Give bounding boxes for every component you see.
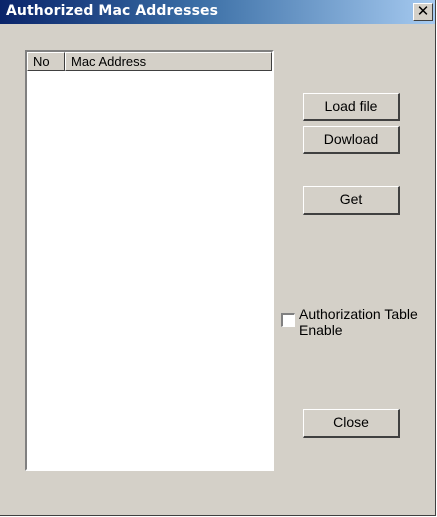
close-icon[interactable]: ✕ (413, 3, 433, 21)
column-header-no[interactable]: No (27, 52, 65, 71)
list-header: No Mac Address (27, 52, 272, 71)
title-bar[interactable]: Authorized Mac Addresses ✕ (0, 0, 435, 24)
column-header-mac-address[interactable]: Mac Address (65, 52, 272, 71)
window-title: Authorized Mac Addresses (6, 3, 219, 19)
list-body[interactable] (27, 71, 272, 469)
authorization-table-enable-label[interactable]: Authorization Table Enable (299, 306, 431, 338)
load-file-button[interactable]: Load file (303, 93, 400, 121)
download-button[interactable]: Dowload (303, 126, 400, 154)
authorization-label-line1: Authorization Table (299, 306, 418, 322)
authorization-table-enable-checkbox[interactable] (281, 313, 295, 327)
authorized-mac-addresses-dialog: Authorized Mac Addresses ✕ No Mac Addres… (0, 0, 436, 516)
authorization-label-line2: Enable (299, 322, 343, 338)
get-button[interactable]: Get (303, 186, 400, 215)
mac-address-list[interactable]: No Mac Address (25, 50, 274, 471)
close-button[interactable]: Close (303, 409, 400, 438)
